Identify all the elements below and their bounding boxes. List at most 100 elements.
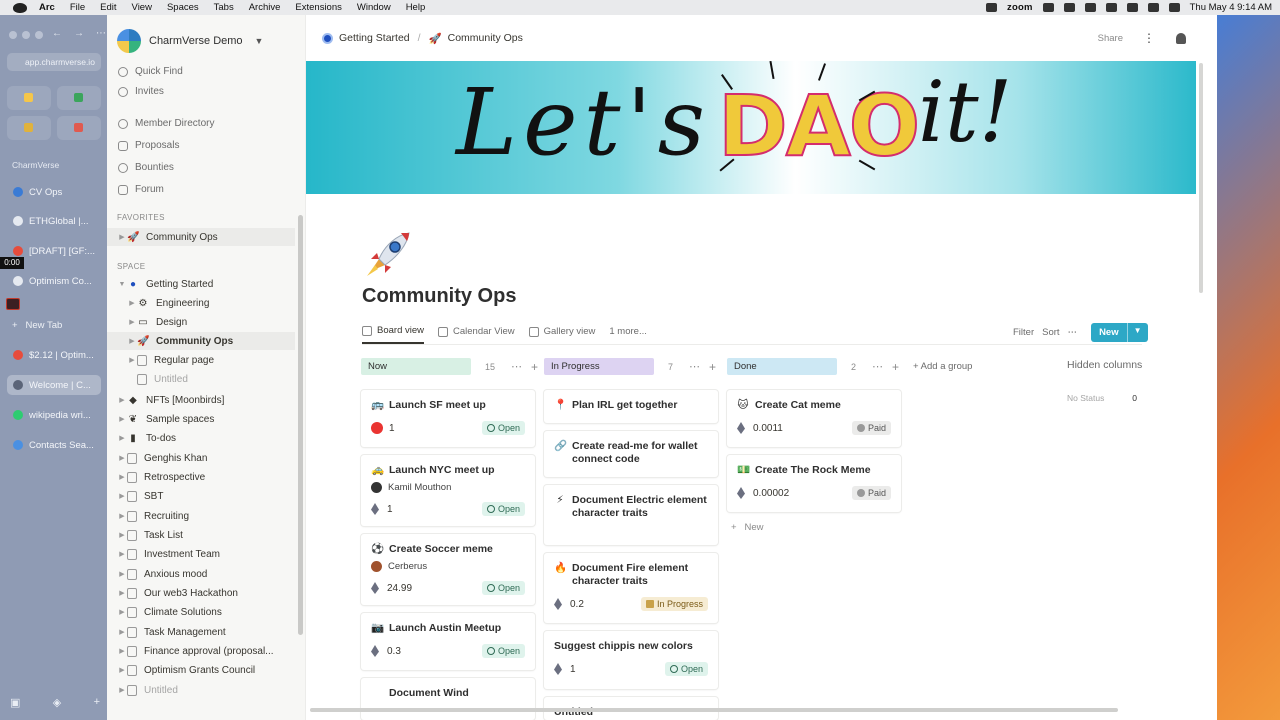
- arc-tab-active[interactable]: Welcome | C...: [7, 375, 101, 395]
- horizontal-scrollbar[interactable]: [310, 708, 1118, 712]
- page-nfts[interactable]: ▶ ◆ NFTs [Moonbirds]: [107, 391, 295, 409]
- card[interactable]: 💵 Create The Rock Meme 0.00002 Paid: [727, 455, 901, 512]
- menu-app[interactable]: Arc: [39, 2, 55, 13]
- filter-button[interactable]: Filter: [1013, 327, 1034, 338]
- invites[interactable]: Invites: [118, 86, 164, 97]
- caret-right-icon[interactable]: ▶: [117, 454, 127, 462]
- view-options-icon[interactable]: ⋯: [1068, 327, 1078, 338]
- caret-right-icon[interactable]: ▶: [117, 396, 127, 404]
- page-investment-team[interactable]: ▶ Investment Team: [107, 545, 295, 563]
- nav-bounties[interactable]: Bounties: [118, 162, 174, 173]
- page-optimism-grants[interactable]: ▶ Optimism Grants Council: [107, 661, 295, 679]
- arc-tab[interactable]: wikipedia wri...: [7, 405, 101, 425]
- window-controls[interactable]: [9, 31, 43, 39]
- menu-view[interactable]: View: [132, 2, 152, 13]
- tab-calendar-view[interactable]: Calendar View: [438, 325, 515, 344]
- add-card-icon[interactable]: +: [892, 360, 899, 374]
- caret-right-icon[interactable]: ▶: [117, 512, 127, 520]
- column-menu-icon[interactable]: ⋯: [689, 360, 701, 373]
- card[interactable]: 📷 Launch Austin Meetup 0.3 Open: [361, 613, 535, 670]
- workspace-switcher[interactable]: CharmVerse Demo ▼: [117, 29, 263, 53]
- archive-icon[interactable]: ◈: [53, 696, 61, 709]
- forward-icon[interactable]: →: [74, 28, 84, 39]
- column-menu-icon[interactable]: ⋯: [872, 360, 884, 373]
- column-title[interactable]: Now: [361, 358, 471, 375]
- url-bar[interactable]: app.charmverse.io: [7, 53, 101, 71]
- page-climate-solutions[interactable]: ▶ Climate Solutions: [107, 603, 295, 621]
- page-web3-hackathon[interactable]: ▶ Our web3 Hackathon: [107, 584, 295, 602]
- add-card-icon[interactable]: +: [531, 360, 538, 374]
- caret-right-icon[interactable]: ▶: [117, 666, 127, 674]
- tab-more-views[interactable]: 1 more...: [609, 325, 647, 344]
- arc-tab[interactable]: Contacts Sea...: [7, 435, 101, 455]
- caret-right-icon[interactable]: ▶: [117, 589, 127, 597]
- caret-right-icon[interactable]: ▶: [117, 415, 127, 423]
- page-regular-page[interactable]: ▶ Regular page: [107, 351, 295, 369]
- bell-icon[interactable]: [1176, 32, 1186, 44]
- caret-right-icon[interactable]: ▶: [117, 473, 127, 481]
- add-group-button[interactable]: + Add a group: [913, 361, 972, 372]
- card[interactable]: 🚌 Launch SF meet up 1 Open: [361, 390, 535, 447]
- caret-right-icon[interactable]: ▶: [117, 550, 127, 558]
- menu-file[interactable]: File: [70, 2, 85, 13]
- wifi-icon[interactable]: [1126, 3, 1138, 12]
- arc-tab[interactable]: $2.12 | Optim...: [7, 345, 101, 365]
- page-engineering[interactable]: ▶ ⚙ Engineering: [107, 294, 295, 312]
- column-menu-icon[interactable]: ⋯: [511, 360, 523, 373]
- menu-spaces[interactable]: Spaces: [167, 2, 199, 13]
- page-genghis-khan[interactable]: ▶ Genghis Khan: [107, 449, 295, 467]
- caret-right-icon[interactable]: ▶: [117, 531, 127, 539]
- arc-tab[interactable]: CV Ops: [7, 182, 101, 202]
- sidebar-scrollbar[interactable]: [298, 215, 303, 635]
- zoom-status[interactable]: zoom: [1007, 2, 1033, 13]
- column-title[interactable]: In Progress: [544, 358, 654, 375]
- menu-clock[interactable]: Thu May 4 9:14 AM: [1190, 2, 1272, 13]
- page-untitled[interactable]: Untitled: [107, 370, 295, 388]
- sort-button[interactable]: Sort: [1042, 327, 1059, 338]
- search-icon[interactable]: [1147, 3, 1159, 12]
- page-retrospective[interactable]: ▶ Retrospective: [107, 468, 295, 486]
- card[interactable]: 🔗 Create read-me for wallet connect code: [544, 431, 718, 477]
- page-recruiting[interactable]: ▶ Recruiting: [107, 507, 295, 525]
- caret-right-icon[interactable]: ▶: [127, 356, 137, 364]
- page-banner[interactable]: Let's DAO it!: [306, 61, 1196, 194]
- more-icon[interactable]: ⋮: [1143, 31, 1156, 45]
- menu-tabs[interactable]: Tabs: [214, 2, 234, 13]
- menu-help[interactable]: Help: [406, 2, 426, 13]
- add-card-icon[interactable]: +: [709, 360, 716, 374]
- caret-right-icon[interactable]: ▶: [117, 492, 127, 500]
- apple-icon[interactable]: [13, 2, 27, 13]
- card[interactable]: 🔥 Document Fire element character traits …: [544, 553, 718, 623]
- favorite-community-ops[interactable]: ▶ 🚀 Community Ops: [107, 228, 295, 246]
- control-center-icon[interactable]: [1168, 3, 1180, 12]
- breadcrumb-getting-started[interactable]: Getting Started: [339, 32, 410, 44]
- hidden-column-no-status[interactable]: No Status 0: [1067, 393, 1137, 403]
- caret-right-icon[interactable]: ▶: [127, 299, 137, 307]
- menu-archive[interactable]: Archive: [249, 2, 281, 13]
- library-icon[interactable]: ▣: [10, 696, 20, 709]
- page-untitled-2[interactable]: ▶ Untitled: [107, 681, 295, 699]
- card[interactable]: ⚽ Create Soccer meme Cerberus 24.99 Open: [361, 534, 535, 605]
- caret-right-icon[interactable]: ▶: [117, 570, 127, 578]
- quick-find[interactable]: Quick Find: [118, 66, 183, 77]
- gear-icon[interactable]: [1063, 3, 1075, 12]
- page-finance-approval[interactable]: ▶ Finance approval (proposal...: [107, 642, 295, 660]
- pinned-tab[interactable]: [57, 86, 101, 110]
- vertical-scrollbar[interactable]: [1199, 63, 1203, 293]
- card[interactable]: 🐱 Create Cat meme 0.0011 Paid: [727, 390, 901, 447]
- page-sample-spaces[interactable]: ▶ ❦ Sample spaces: [107, 410, 295, 428]
- arc-tab[interactable]: Optimism Co...: [7, 271, 101, 291]
- page-anxious-mood[interactable]: ▶ Anxious mood: [107, 565, 295, 583]
- tab-board-view[interactable]: Board view: [362, 325, 424, 344]
- rocket-icon[interactable]: [361, 229, 413, 281]
- caret-right-icon[interactable]: ▶: [127, 337, 137, 345]
- caret-right-icon[interactable]: ▶: [117, 233, 127, 241]
- card[interactable]: ⚡ Document Electric element character tra…: [544, 485, 718, 545]
- breadcrumb-community-ops[interactable]: Community Ops: [448, 32, 523, 44]
- page-todos[interactable]: ▶ ▮ To-dos: [107, 429, 295, 447]
- caret-right-icon[interactable]: ▶: [117, 686, 127, 694]
- menu-extensions[interactable]: Extensions: [295, 2, 341, 13]
- pinned-tab[interactable]: [7, 86, 51, 110]
- page-community-ops[interactable]: ▶ 🚀 Community Ops: [107, 332, 295, 350]
- page-design[interactable]: ▶ ▭ Design: [107, 313, 295, 331]
